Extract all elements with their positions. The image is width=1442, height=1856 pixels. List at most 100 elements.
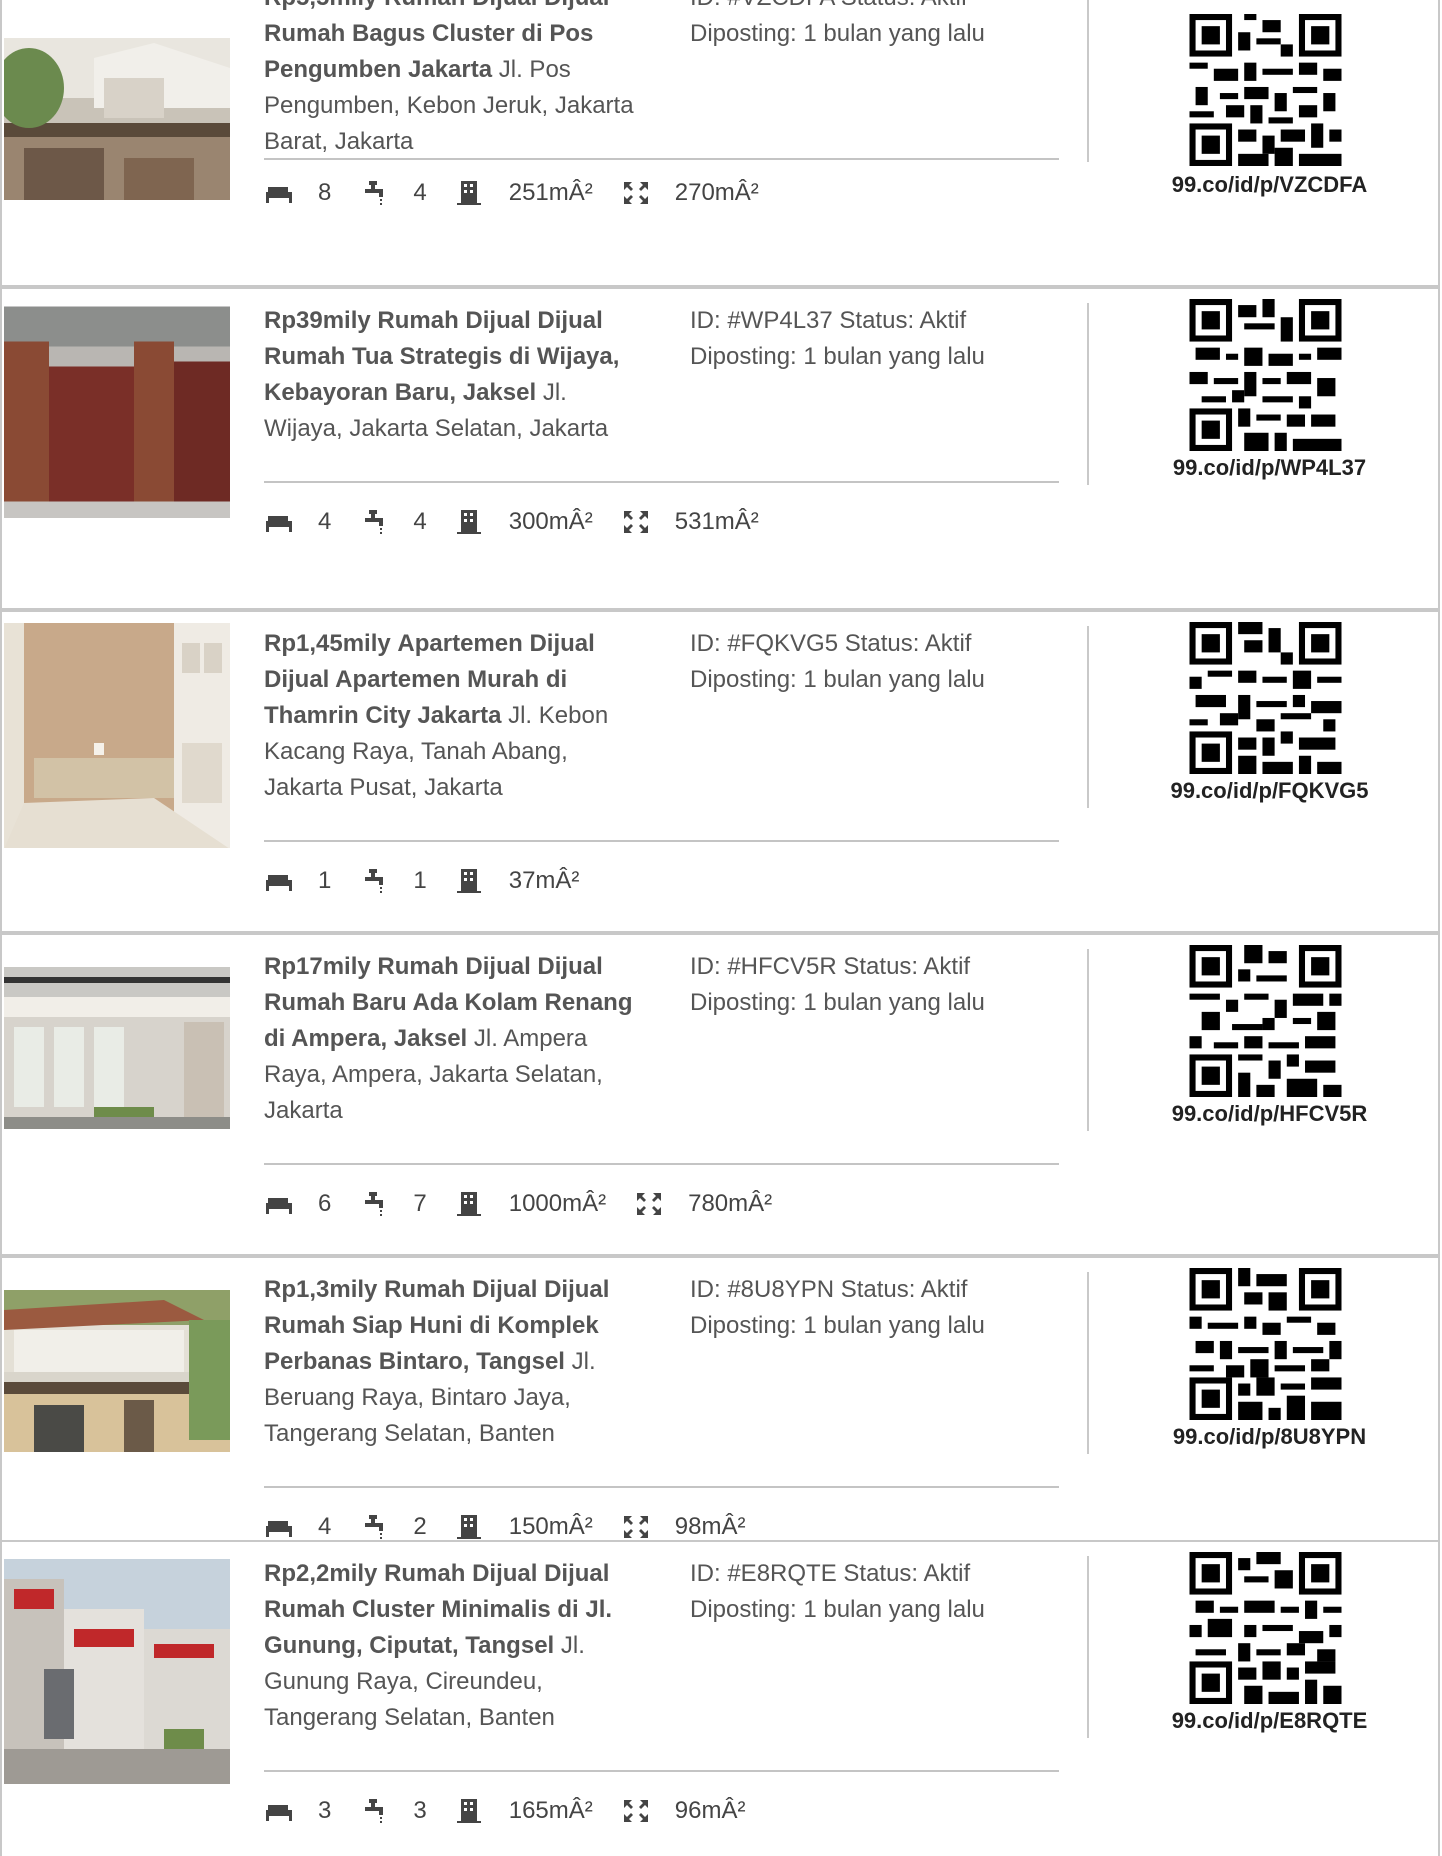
building-area-icon xyxy=(456,510,481,534)
building-area-value: 165mÂ² xyxy=(508,1797,593,1824)
bathrooms-count: 3 xyxy=(413,1797,427,1824)
bathrooms: 1 xyxy=(359,867,427,895)
property-photo[interactable] xyxy=(4,16,230,200)
qr-code[interactable] xyxy=(1189,1552,1342,1704)
property-photo[interactable] xyxy=(4,622,230,848)
listing-posted: Diposting: 1 bulan yang lalu xyxy=(690,1312,985,1339)
building-area-icon xyxy=(456,869,481,893)
bathtub-faucet-icon xyxy=(365,181,384,205)
property-photo[interactable] xyxy=(4,1268,230,1452)
property-listing[interactable]: Rp1,3mily Rumah Dijual Dijual Rumah Siap… xyxy=(0,1256,1440,1579)
listing-description: Rp17mily Rumah Dijual Dijual Rumah Baru … xyxy=(264,949,649,1129)
listing-page: Rp5,5mily Rumah Dijual Dijual Rumah Bagu… xyxy=(0,0,1442,1856)
divider xyxy=(1087,1556,1089,1738)
listing-id: ID: #WP4L37 xyxy=(690,307,833,334)
building-area-value: 251mÂ² xyxy=(508,179,593,206)
bathtub-faucet-icon xyxy=(365,1799,384,1823)
bed-icon xyxy=(266,516,292,532)
land-area-value: 780mÂ² xyxy=(688,1190,773,1217)
bathrooms-count: 7 xyxy=(413,1190,427,1217)
listing-url[interactable]: 99.co/id/p/WP4L37 xyxy=(1102,455,1437,481)
bed-icon xyxy=(266,875,292,891)
listing-url[interactable]: 99.co/id/p/VZCDFA xyxy=(1102,172,1437,198)
listing-posted: Diposting: 1 bulan yang lalu xyxy=(690,666,985,693)
listing-url[interactable]: 99.co/id/p/8U8YPN xyxy=(1102,1424,1437,1450)
property-listing[interactable]: Rp39mily Rumah Dijual Dijual Rumah Tua S… xyxy=(0,287,1440,610)
qr-code[interactable] xyxy=(1189,14,1342,166)
listing-price[interactable]: Rp1,3mily xyxy=(264,1276,377,1303)
listing-price[interactable]: Rp1,45mily xyxy=(264,630,391,657)
listing-id: ID: #VZCDFA xyxy=(690,0,834,11)
listing-status: Status: Aktif xyxy=(844,630,972,657)
house-photo-image xyxy=(4,1559,230,1784)
building-area: 165mÂ² xyxy=(455,1797,593,1825)
bathrooms: 4 xyxy=(359,179,427,207)
property-listing[interactable]: Rp5,5mily Rumah Dijual Dijual Rumah Bagu… xyxy=(0,0,1440,287)
bathrooms-count: 1 xyxy=(413,867,427,894)
building-area-value: 37mÂ² xyxy=(508,867,580,894)
property-listing[interactable]: Rp2,2mily Rumah Dijual Dijual Rumah Clus… xyxy=(0,1540,1440,1856)
land-area-value: 270mÂ² xyxy=(674,179,759,206)
land-area: 98mÂ² xyxy=(621,1513,745,1541)
bed-icon xyxy=(266,1198,292,1214)
building-area: 37mÂ² xyxy=(455,867,580,895)
bedrooms: 4 xyxy=(264,508,331,536)
house-photo-image xyxy=(4,1290,230,1452)
qr-code[interactable] xyxy=(1189,622,1342,774)
property-photo[interactable] xyxy=(4,1558,230,1784)
bathrooms-count: 4 xyxy=(413,179,427,206)
listing-text: Rp17mily Rumah Dijual Dijual Rumah Baru … xyxy=(264,949,1059,1165)
qr-code[interactable] xyxy=(1189,945,1342,1097)
bedrooms-count: 8 xyxy=(318,179,332,206)
bedrooms-count: 6 xyxy=(318,1190,332,1217)
listing-features: 1 1 37mÂ² xyxy=(264,864,607,898)
bedrooms-count: 1 xyxy=(318,867,332,894)
land-area: 270mÂ² xyxy=(621,179,759,207)
divider xyxy=(1087,0,1089,162)
listing-url[interactable]: 99.co/id/p/FQKVG5 xyxy=(1102,778,1437,804)
listing-price[interactable]: Rp39mily xyxy=(264,307,371,334)
property-photo[interactable] xyxy=(4,945,230,1129)
qr-code-image xyxy=(1189,622,1342,774)
listing-status: Status: Aktif xyxy=(841,0,968,11)
bedrooms-count: 3 xyxy=(318,1797,332,1824)
listing-price[interactable]: Rp5,5mily xyxy=(264,0,377,11)
listing-posted: Diposting: 1 bulan yang lalu xyxy=(690,343,985,370)
qr-code[interactable] xyxy=(1189,1268,1342,1420)
listing-price[interactable]: Rp17mily xyxy=(264,953,371,980)
listing-text: Rp39mily Rumah Dijual Dijual Rumah Tua S… xyxy=(264,303,1059,483)
listing-features: 4 2 150mÂ² 98mÂ² xyxy=(264,1510,773,1544)
listing-meta: ID: #HFCV5R Status: Aktif Diposting: 1 b… xyxy=(690,949,1060,1021)
bathtub-faucet-icon xyxy=(365,869,384,893)
bedrooms: 1 xyxy=(264,867,331,895)
bathrooms: 2 xyxy=(359,1513,427,1541)
building-area-value: 1000mÂ² xyxy=(508,1190,607,1217)
listing-text: Rp5,5mily Rumah Dijual Dijual Rumah Bagu… xyxy=(264,0,1059,160)
land-area-icon xyxy=(623,511,648,533)
listing-description: Rp1,3mily Rumah Dijual Dijual Rumah Siap… xyxy=(264,1272,649,1452)
listing-id: ID: #FQKVG5 xyxy=(690,630,839,657)
property-listing[interactable]: Rp1,45mily Apartemen Dijual Dijual Apart… xyxy=(0,610,1440,933)
land-area-icon xyxy=(623,1800,648,1822)
land-area: 780mÂ² xyxy=(634,1190,772,1218)
bathtub-faucet-icon xyxy=(365,510,384,534)
listing-url[interactable]: 99.co/id/p/HFCV5R xyxy=(1102,1101,1437,1127)
bed-icon xyxy=(266,187,292,203)
listing-text: Rp2,2mily Rumah Dijual Dijual Rumah Clus… xyxy=(264,1556,1059,1772)
listing-description: Rp5,5mily Rumah Dijual Dijual Rumah Bagu… xyxy=(264,0,649,160)
bed-icon xyxy=(266,1521,292,1537)
listing-posted: Diposting: 1 bulan yang lalu xyxy=(690,989,985,1016)
property-listing[interactable]: Rp17mily Rumah Dijual Dijual Rumah Baru … xyxy=(0,933,1440,1256)
listing-features: 4 4 300mÂ² 531mÂ² xyxy=(264,505,787,539)
bedrooms-count: 4 xyxy=(318,508,332,535)
qr-code[interactable] xyxy=(1189,299,1342,451)
property-photo[interactable] xyxy=(4,301,230,518)
apartment-photo-image xyxy=(4,623,230,848)
listing-url[interactable]: 99.co/id/p/E8RQTE xyxy=(1102,1708,1437,1734)
listing-id: ID: #HFCV5R xyxy=(690,953,837,980)
listing-text: Rp1,3mily Rumah Dijual Dijual Rumah Siap… xyxy=(264,1272,1059,1488)
listing-meta: ID: #E8RQTE Status: Aktif Diposting: 1 b… xyxy=(690,1556,1060,1628)
listing-price[interactable]: Rp2,2mily xyxy=(264,1560,377,1587)
divider xyxy=(1087,1272,1089,1454)
listing-status: Status: Aktif xyxy=(839,307,967,334)
